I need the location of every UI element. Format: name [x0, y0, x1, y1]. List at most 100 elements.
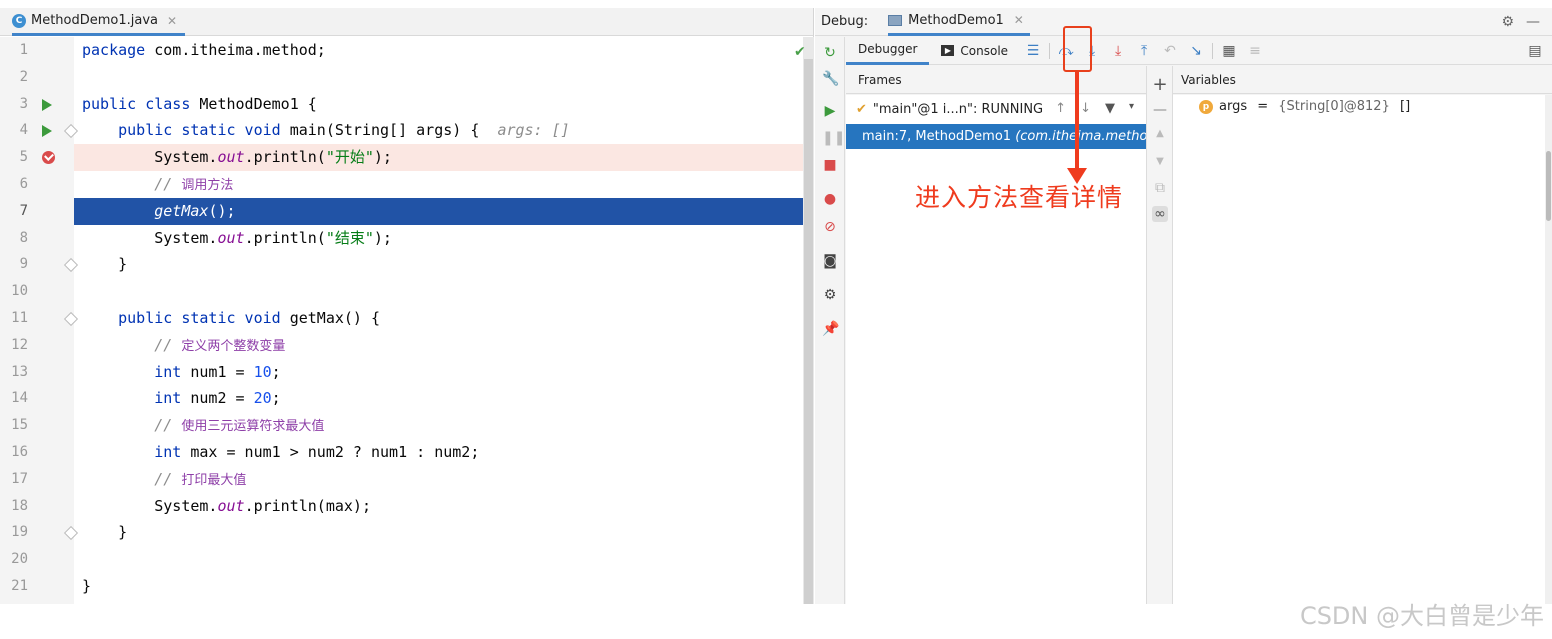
editor-scrollbar[interactable]: [803, 37, 814, 604]
tab-console[interactable]: ▶ Console: [929, 37, 1020, 65]
line-number: 7: [19, 202, 28, 219]
gutter-line[interactable]: 11: [0, 305, 79, 332]
gutter-line[interactable]: 12: [0, 332, 74, 359]
code-line[interactable]: }: [74, 251, 804, 278]
code-line[interactable]: [74, 546, 804, 573]
code-line[interactable]: System.out.println("结束");: [74, 225, 804, 252]
breakpoint-icon[interactable]: [42, 151, 55, 165]
remove-watch-icon[interactable]: —: [1152, 102, 1168, 118]
code-line[interactable]: System.out.println(max);: [74, 493, 804, 520]
gutter-line[interactable]: 15: [0, 412, 74, 439]
evaluate-expression-icon[interactable]: ▦: [1216, 43, 1242, 59]
arrow-up-icon[interactable]: ↑: [1055, 101, 1066, 116]
gutter-line[interactable]: 2: [0, 64, 74, 91]
code-line[interactable]: System.out.println("开始");: [74, 144, 804, 171]
move-down-icon[interactable]: ▼: [1152, 156, 1168, 167]
stack-frame-row[interactable]: main:7, MethodDemo1 (com.itheima.method): [846, 124, 1146, 149]
gutter-line[interactable]: 4: [0, 117, 79, 144]
chevron-down-icon[interactable]: ▾: [1129, 101, 1134, 116]
code-line[interactable]: int num1 = 10;: [74, 359, 804, 386]
layout-icon[interactable]: ▤: [1522, 43, 1548, 59]
run-gutter-icon[interactable]: [42, 125, 52, 138]
gutter-line[interactable]: 6: [0, 171, 74, 198]
gutter-line[interactable]: 1: [0, 37, 74, 64]
variables-scrollbar[interactable]: [1545, 95, 1552, 604]
annotation-text: 进入方法查看详情: [915, 183, 1124, 212]
add-watch-icon[interactable]: +: [1152, 74, 1168, 95]
run-to-cursor-icon[interactable]: ↘: [1183, 43, 1209, 59]
gutter-line[interactable]: 13: [0, 359, 74, 386]
filter-icon[interactable]: ▼: [1105, 101, 1115, 116]
move-up-icon[interactable]: ▲: [1152, 128, 1168, 139]
pin-icon[interactable]: 📌: [822, 321, 839, 337]
gutter-line[interactable]: 16: [0, 439, 74, 466]
duplicate-icon[interactable]: ⧉: [1152, 180, 1168, 196]
gutter-line[interactable]: 19: [0, 519, 79, 546]
inspection-ok-icon[interactable]: ✔: [794, 44, 806, 60]
editor-tab-methoddemo1[interactable]: C MethodDemo1.java ✕: [12, 8, 186, 36]
trace-icon[interactable]: ≡: [1242, 43, 1268, 59]
code-editor[interactable]: C MethodDemo1.java ✕ 1 2 3 4 5 6 7 8 9 10 11 12 13 14…: [0, 8, 814, 604]
variables-side-toolbar: + — ▲ ▼ ⧉ ∞: [1146, 66, 1173, 604]
view-breakpoints-icon[interactable]: ●: [822, 191, 838, 207]
code-line[interactable]: }: [74, 519, 804, 546]
code-area[interactable]: package com.itheima.method; public class …: [74, 37, 804, 604]
arrow-down-icon[interactable]: ↓: [1080, 101, 1091, 116]
code-line[interactable]: // 定义两个整数变量: [74, 332, 804, 359]
gear-icon[interactable]: ⚙: [1501, 14, 1514, 30]
code-line[interactable]: // 打印最大值: [74, 466, 804, 493]
gutter-line[interactable]: 21: [0, 573, 74, 600]
mute-breakpoints-icon[interactable]: ⊘: [822, 219, 838, 235]
step-out-icon[interactable]: ⤒: [1131, 43, 1157, 59]
code-line[interactable]: getMax();: [74, 197, 804, 225]
code-line[interactable]: // 使用三元运算符求最大值: [74, 412, 804, 439]
code-line[interactable]: int num2 = 20;: [74, 385, 804, 412]
code-line[interactable]: package com.itheima.method;: [74, 37, 804, 64]
gutter-line[interactable]: 17: [0, 466, 74, 493]
gutter-line[interactable]: 3: [0, 91, 74, 118]
code-line[interactable]: public class MethodDemo1 {: [74, 91, 804, 118]
minimize-icon[interactable]: —: [1526, 14, 1540, 30]
code-line[interactable]: public static void main(String[] args) {…: [74, 117, 804, 144]
code-line[interactable]: [74, 64, 804, 91]
settings-icon[interactable]: ⚙: [822, 287, 838, 303]
gutter-line[interactable]: 18: [0, 493, 74, 520]
tab-debugger[interactable]: Debugger: [846, 37, 930, 65]
gutter-line[interactable]: 8: [0, 225, 74, 252]
close-icon[interactable]: ✕: [167, 14, 177, 28]
close-icon[interactable]: ✕: [1014, 13, 1024, 27]
variables-panel[interactable]: p args = {String[0]@812} []: [1173, 95, 1545, 604]
editor-gutter[interactable]: 1 2 3 4 5 6 7 8 9 10 11 12 13 14 15 16 17 18 19 20 21: [0, 37, 79, 604]
gutter-line[interactable]: 9: [0, 251, 79, 278]
menu-icon[interactable]: ☰: [1020, 43, 1046, 59]
code-line[interactable]: }: [74, 573, 804, 600]
stop-icon[interactable]: ■: [822, 157, 838, 173]
variable-value: []: [1395, 99, 1411, 114]
drop-frame-icon[interactable]: ↶: [1157, 43, 1183, 59]
pause-icon[interactable]: ❚❚: [822, 130, 845, 146]
frames-panel[interactable]: ✔ "main"@1 i...n": RUNNING ↑ ↓ ▼ ▾ main:…: [846, 95, 1146, 604]
gutter-line[interactable]: 5: [0, 144, 74, 171]
variable-row[interactable]: p args = {String[0]@812} []: [1199, 99, 1410, 114]
run-gutter-icon[interactable]: [42, 98, 52, 111]
camera-icon[interactable]: ◙: [822, 253, 838, 269]
force-step-into-icon[interactable]: ⤓: [1105, 43, 1131, 59]
code-line[interactable]: public static void getMax() {: [74, 305, 804, 332]
debug-session-tab[interactable]: MethodDemo1 ✕: [888, 8, 1030, 36]
thread-label: "main"@1 i...n": RUNNING: [872, 101, 1044, 117]
code-line[interactable]: int max = num1 > num2 ? num1 : num2;: [74, 439, 804, 466]
scrollbar-thumb[interactable]: [1546, 151, 1551, 221]
gutter-line[interactable]: 7: [0, 198, 74, 225]
toolbar-separator: [1212, 42, 1214, 59]
code-line[interactable]: // 调用方法: [74, 171, 804, 198]
thread-selector[interactable]: ✔ "main"@1 i...n": RUNNING ↑ ↓ ▼ ▾: [846, 95, 1146, 123]
rerun-icon[interactable]: ↻: [822, 45, 838, 61]
glasses-icon[interactable]: ∞: [1152, 206, 1168, 222]
code-line[interactable]: [74, 278, 804, 305]
scrollbar-thumb[interactable]: [804, 59, 813, 604]
wrench-icon[interactable]: 🔧: [822, 71, 839, 87]
resume-icon[interactable]: ▶: [822, 103, 838, 119]
gutter-line[interactable]: 14: [0, 385, 74, 412]
gutter-line[interactable]: 10: [0, 278, 74, 305]
gutter-line[interactable]: 20: [0, 546, 74, 573]
